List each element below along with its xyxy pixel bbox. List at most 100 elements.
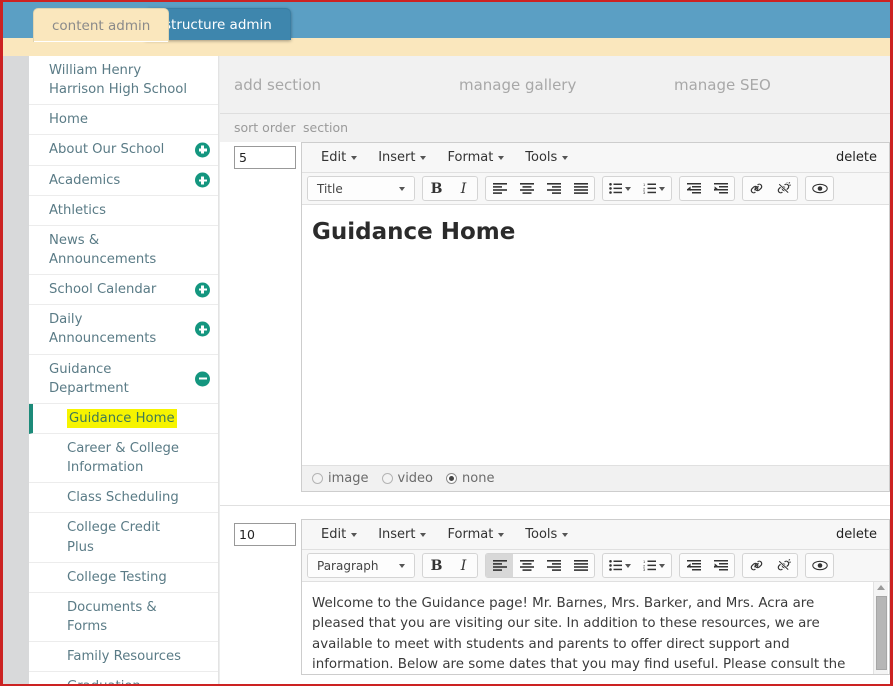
menu-insert[interactable]: Insert (369, 524, 435, 545)
sidebar-item-athletics[interactable]: Athletics (29, 196, 218, 226)
outdent-button[interactable] (680, 177, 707, 200)
manage-gallery-link[interactable]: manage gallery (459, 76, 576, 94)
sidebar-item-label: William Henry Harrison High School (49, 63, 188, 98)
sidebar-item-school-calendar[interactable]: School Calendar (29, 275, 218, 306)
bullet-list-button[interactable] (603, 177, 637, 200)
add-section-link[interactable]: add section (234, 76, 321, 94)
format-select-group-1: Title (307, 176, 415, 201)
indent-button[interactable] (707, 177, 734, 200)
sidebar-item-college-credit-plus[interactable]: College Credit Plus (29, 513, 218, 563)
expand-plus-icon[interactable] (195, 282, 210, 298)
insert-link-icon[interactable] (743, 177, 770, 200)
scroll-up-arrow-icon[interactable] (877, 585, 885, 590)
menu-edit[interactable]: Edit (312, 147, 366, 168)
editor-content-2[interactable]: Welcome to the Guidance page! Mr. Barnes… (302, 582, 889, 674)
radio-option-none[interactable]: none (446, 471, 494, 486)
svg-text:3: 3 (643, 190, 646, 194)
preview-eye-icon[interactable] (806, 177, 833, 200)
bold-button[interactable]: B (423, 177, 450, 200)
unlink-icon[interactable] (770, 177, 797, 200)
format-select-value: Paragraph (317, 558, 379, 573)
menu-tools[interactable]: Tools (516, 524, 577, 545)
format-select-2[interactable]: Paragraph (308, 554, 414, 577)
editor-content-1[interactable]: Guidance Home (302, 205, 889, 465)
align-center-button[interactable] (513, 554, 540, 577)
chevron-down-icon (420, 155, 427, 160)
unlink-icon[interactable] (770, 554, 797, 577)
menu-format[interactable]: Format (438, 524, 513, 545)
sidebar-item-family-resources[interactable]: Family Resources (29, 642, 218, 673)
align-justify-button[interactable] (567, 554, 594, 577)
rich-text-editor-2[interactable]: Edit Insert Format Tools delete Paragrap… (301, 519, 890, 675)
sidebar-item-class-scheduling[interactable]: Class Scheduling (29, 483, 218, 514)
sidebar-item-label: College Credit Plus (67, 520, 161, 555)
format-select-group-2: Paragraph (307, 553, 415, 578)
scrollbar-thumb[interactable] (876, 596, 887, 670)
editor-vertical-scrollbar[interactable] (873, 582, 888, 674)
editor-menubar-2: Edit Insert Format Tools delete (302, 520, 889, 550)
manage-seo-link[interactable]: manage SEO (674, 76, 771, 94)
sidebar-item-daily-announcements[interactable]: Daily Announcements (29, 305, 218, 355)
expand-plus-icon[interactable] (195, 321, 210, 337)
numbered-list-button[interactable]: 123 (637, 554, 671, 577)
numbered-list-button[interactable]: 123 (637, 177, 671, 200)
sidebar-item-news-announcements[interactable]: News & Announcements (29, 226, 218, 276)
align-center-button[interactable] (513, 177, 540, 200)
radio-none-label: none (462, 471, 495, 486)
menu-format[interactable]: Format (438, 147, 513, 168)
delete-section-link-1[interactable]: delete (836, 150, 877, 165)
radio-none-icon[interactable] (446, 473, 458, 484)
sidebar-item-guidance-department[interactable]: Guidance Department (29, 355, 218, 404)
sidebar-item-documents-forms[interactable]: Documents & Forms (29, 593, 218, 643)
menu-tools[interactable]: Tools (516, 147, 577, 168)
chevron-down-icon (562, 532, 569, 537)
bullet-list-button[interactable] (603, 554, 637, 577)
sort-order-header: sort order (234, 120, 296, 135)
align-left-button[interactable] (486, 177, 513, 200)
sort-order-input-2[interactable] (234, 523, 296, 546)
radio-image-icon[interactable] (312, 473, 323, 484)
chevron-down-icon (420, 532, 427, 537)
chevron-down-icon (498, 532, 505, 537)
tab-structure-admin-label: structure admin (164, 16, 272, 33)
collapse-minus-icon[interactable] (195, 371, 210, 387)
indent-button[interactable] (707, 554, 734, 577)
italic-button[interactable]: I (450, 177, 477, 200)
sidebar-item-guidance-home[interactable]: Guidance Home (29, 403, 218, 434)
sidebar-item-home[interactable]: Home (29, 105, 218, 136)
sidebar-item-career-college-information[interactable]: Career & College Information (29, 434, 218, 484)
sidebar-item-school[interactable]: William Henry Harrison High School (29, 56, 218, 106)
sidebar-item-about-our-school[interactable]: About Our School (29, 135, 218, 166)
radio-option-image[interactable]: image (312, 471, 369, 486)
chevron-down-icon (562, 155, 569, 160)
bold-button[interactable]: B (423, 554, 450, 577)
preview-eye-icon[interactable] (806, 554, 833, 577)
sidebar-item-label: News & Announcements (49, 232, 157, 267)
rich-text-editor-1[interactable]: Edit Insert Format Tools delete Title B … (301, 142, 890, 492)
radio-option-video[interactable]: video (381, 471, 433, 486)
delete-section-link-2[interactable]: delete (836, 527, 877, 542)
menu-insert[interactable]: Insert (369, 147, 435, 168)
sidebar-item-academics[interactable]: Academics (29, 166, 218, 196)
sort-order-input-1[interactable] (234, 146, 296, 169)
tab-content-admin[interactable]: content admin (33, 8, 170, 42)
expand-plus-icon[interactable] (195, 172, 210, 188)
sidebar-item-college-testing[interactable]: College Testing (29, 563, 218, 593)
site-tree-sidebar[interactable]: William Henry Harrison High School Home … (29, 56, 219, 684)
align-left-button[interactable] (486, 554, 513, 577)
insert-link-icon[interactable] (743, 554, 770, 577)
indent-group-1 (679, 176, 735, 201)
chevron-down-icon (498, 155, 505, 160)
sidebar-item-graduation-requirements[interactable]: Graduation Requirements (29, 672, 218, 684)
radio-video-icon[interactable] (381, 473, 393, 484)
align-right-button[interactable] (540, 554, 567, 577)
align-justify-button[interactable] (567, 177, 594, 200)
expand-plus-icon[interactable] (195, 142, 210, 158)
align-right-button[interactable] (540, 177, 567, 200)
sidebar-item-label: College Testing (67, 569, 167, 585)
menu-edit[interactable]: Edit (312, 524, 366, 545)
format-select-1[interactable]: Title (308, 177, 414, 200)
outdent-button[interactable] (680, 554, 707, 577)
italic-button[interactable]: I (450, 554, 477, 577)
chevron-down-icon (659, 563, 665, 568)
